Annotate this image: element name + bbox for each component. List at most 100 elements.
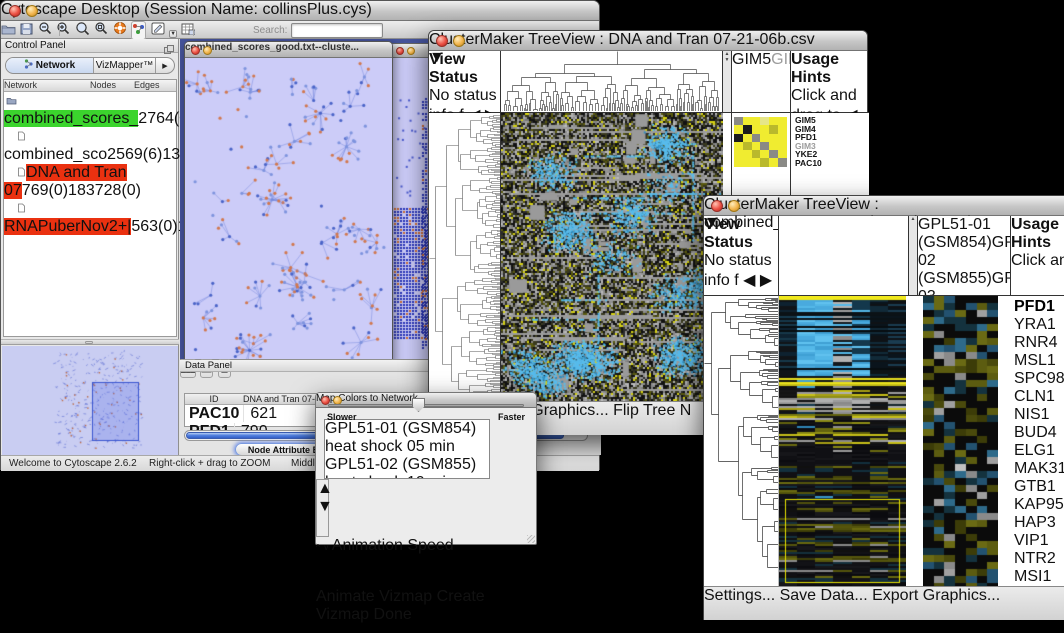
similarity-cell[interactable] <box>743 158 752 166</box>
col-header-nodes[interactable]: Nodes <box>90 80 134 91</box>
birdseye-view[interactable] <box>2 346 178 455</box>
gene-name[interactable]: MSI1 <box>1014 568 1064 586</box>
zoom-button[interactable] <box>43 5 55 17</box>
settings-button[interactable]: Settings... <box>704 587 775 604</box>
similarity-cell[interactable] <box>752 134 761 142</box>
gene-name[interactable]: ELG1 <box>1014 442 1064 460</box>
similarity-cell[interactable] <box>760 142 769 150</box>
similarity-cell[interactable] <box>734 158 743 166</box>
help-lifering-icon[interactable] <box>113 22 127 39</box>
gene-dendrogram[interactable] <box>704 296 779 586</box>
network-window-titlebar[interactable]: combined_scores_good.txt--cluste... <box>185 42 392 58</box>
gene-name[interactable]: CLN1 <box>1014 388 1064 406</box>
similarity-cell[interactable] <box>778 150 787 158</box>
minimize-button[interactable] <box>728 200 740 212</box>
tab-overflow-button[interactable]: ▶ <box>156 58 174 73</box>
close-button[interactable] <box>396 47 404 55</box>
similarity-cell[interactable] <box>743 125 752 133</box>
zoom-button[interactable] <box>745 200 757 212</box>
similarity-cell[interactable] <box>760 125 769 133</box>
network-view-canvas[interactable] <box>185 58 392 364</box>
gene-name[interactable]: YRA1 <box>1014 316 1064 334</box>
similarity-cell[interactable] <box>752 158 761 166</box>
gene-name[interactable]: MAK31 <box>1014 460 1064 478</box>
attribute-list[interactable]: GPL51-01 (GSM854) heat shock 05 minGPL51… <box>324 419 490 479</box>
gene-name[interactable]: MSL1 <box>1014 352 1064 370</box>
array-label[interactable]: GPL51-01 (GSM854) <box>918 216 992 251</box>
similarity-cell[interactable] <box>752 142 761 150</box>
annotation-icon[interactable] <box>151 22 165 39</box>
minimize-button[interactable] <box>26 5 38 17</box>
zoom-button[interactable] <box>215 46 224 55</box>
similarity-cell[interactable] <box>743 134 752 142</box>
similarity-cell[interactable] <box>769 158 778 166</box>
gene-name[interactable]: GTB1 <box>1014 478 1064 496</box>
search-dropdown-icon[interactable]: ▼ <box>169 30 177 38</box>
panel-splitter[interactable] <box>1 339 179 345</box>
zoom-button[interactable] <box>470 35 482 47</box>
gene-label[interactable]: PAC10 <box>795 159 869 168</box>
move-down-button[interactable]: v <box>324 542 328 553</box>
similarity-cell[interactable] <box>778 134 787 142</box>
similarity-cell[interactable] <box>734 142 743 150</box>
global-heatmap[interactable] <box>779 296 906 586</box>
gene-name[interactable]: BUD4 <box>1014 424 1064 442</box>
move-up-button[interactable]: ^ <box>316 542 320 553</box>
similarity-cell[interactable] <box>760 134 769 142</box>
layout-nodes-icon[interactable] <box>131 21 146 40</box>
network-tree-row[interactable]: RNAPuberNov2+|563(0)107847(0) <box>4 200 176 236</box>
open-folder-icon[interactable] <box>1 22 16 39</box>
similarity-cell[interactable] <box>734 117 743 125</box>
array-label[interactable]: GIM4 <box>771 51 791 68</box>
minimize-button[interactable] <box>203 46 212 55</box>
attribute-list-item[interactable]: GPL51-01 (GSM854) heat shock 05 min <box>325 420 489 456</box>
scroll-strip[interactable]: ▲ <box>909 216 918 296</box>
save-icon[interactable] <box>20 22 33 39</box>
attribute-list-vscrollbar[interactable]: ▲ ▼ <box>316 479 329 537</box>
tab-network[interactable]: Network <box>6 58 94 73</box>
close-button[interactable] <box>711 200 723 212</box>
array-label[interactable]: GIM5 <box>732 51 771 68</box>
mini-hscrollbar[interactable]: ◀ ▶ <box>743 272 772 289</box>
similarity-cell[interactable] <box>778 125 787 133</box>
similarity-cell[interactable] <box>743 142 752 150</box>
animate-vizmap-button[interactable]: Animate Vizmap <box>316 588 432 605</box>
close-button[interactable] <box>191 46 200 55</box>
gene-name[interactable]: NIS1 <box>1014 406 1064 424</box>
similarity-cell[interactable] <box>760 158 769 166</box>
zoom-selected-icon[interactable] <box>75 22 90 39</box>
speed-slider-thumb[interactable] <box>412 398 425 412</box>
speed-slider-track[interactable] <box>328 404 524 407</box>
gene-name[interactable]: KAP95 <box>1014 496 1064 514</box>
col-header-edges[interactable]: Edges <box>134 80 176 91</box>
zoom-button[interactable] <box>418 47 426 55</box>
similarity-cell[interactable] <box>734 150 743 158</box>
similarity-cell[interactable] <box>760 150 769 158</box>
scroll-strip[interactable]: ▲▼ <box>723 51 732 113</box>
zoom-fit-icon[interactable] <box>94 22 108 39</box>
similarity-cell[interactable] <box>752 125 761 133</box>
save-data-button[interactable]: Save Data... <box>780 587 868 604</box>
minimize-button[interactable] <box>453 35 465 47</box>
similarity-cell[interactable] <box>769 134 778 142</box>
gene-name[interactable]: HAP3 <box>1014 514 1064 532</box>
network-tree-row[interactable]: combined_scores_2764(0)16218(0) <box>4 92 176 128</box>
flip-tree-button[interactable]: Flip Tree N <box>613 402 691 419</box>
network-tree-row[interactable]: combined_sco2569(6)13112(15) <box>4 128 176 164</box>
export-graphics-button[interactable]: Export Graphics... <box>872 587 1000 604</box>
zoom-heatmap[interactable] <box>923 296 998 586</box>
similarity-cell[interactable] <box>752 117 761 125</box>
similarity-cell[interactable] <box>778 142 787 150</box>
gene-name[interactable]: NTR2 <box>1014 550 1064 568</box>
similarity-cell[interactable] <box>734 125 743 133</box>
close-button[interactable] <box>436 35 448 47</box>
similarity-cell[interactable] <box>769 150 778 158</box>
similarity-matrix[interactable] <box>734 117 787 167</box>
similarity-cell[interactable] <box>778 117 787 125</box>
minimize-button[interactable] <box>407 47 415 55</box>
gene-name[interactable]: SPC98 <box>1014 370 1064 388</box>
similarity-cell[interactable] <box>769 117 778 125</box>
attribute-list-item[interactable]: GPL51-02 (GSM855) heat shock 10 min <box>325 456 489 479</box>
zoom-out-icon[interactable] <box>38 22 52 39</box>
resize-grip[interactable] <box>527 535 535 543</box>
